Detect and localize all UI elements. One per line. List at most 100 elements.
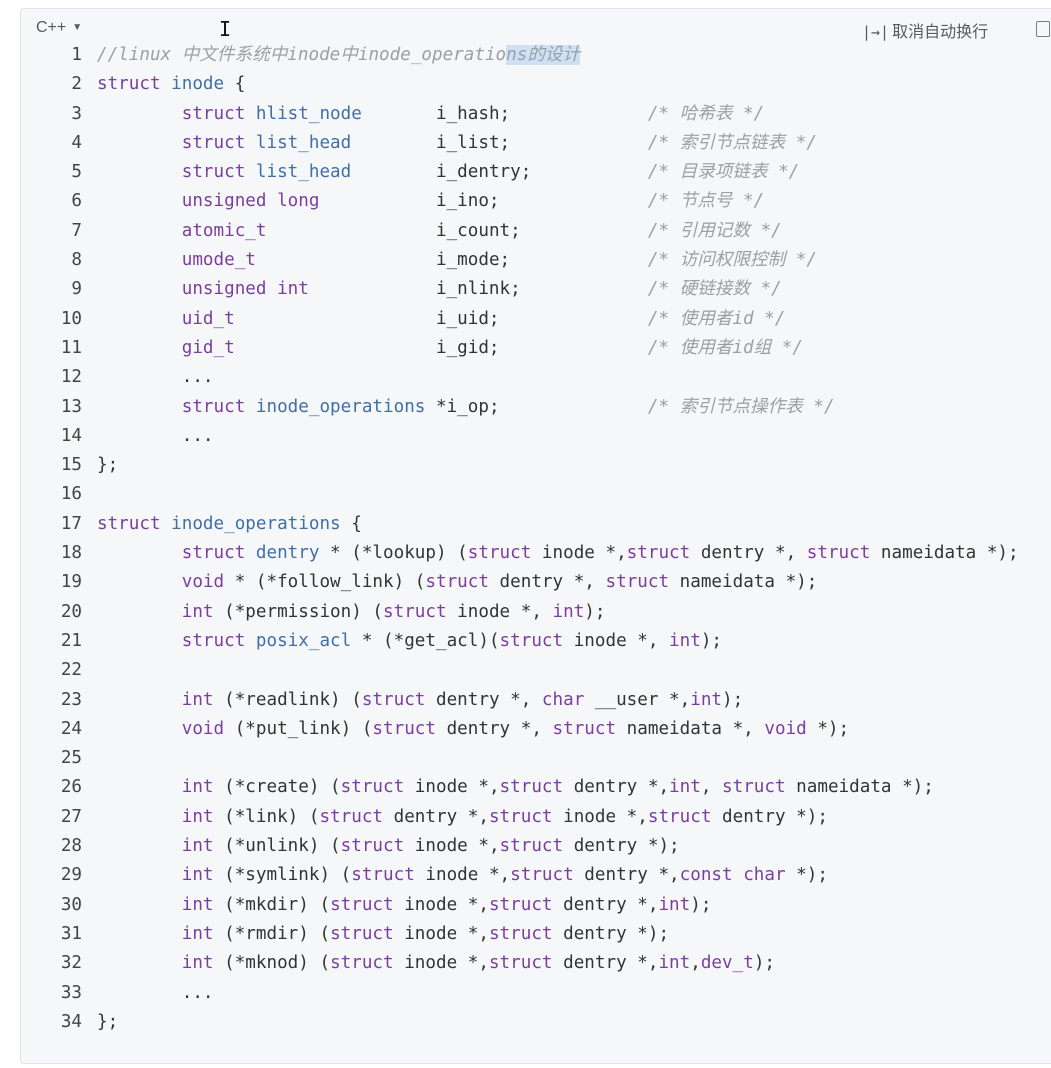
code-token: inode *, xyxy=(552,806,648,827)
code-token: (*link) ( xyxy=(213,806,320,827)
code-token: struct xyxy=(647,806,712,827)
language-selector[interactable]: C++ ▼ xyxy=(36,19,82,37)
line-number: 25 xyxy=(60,748,82,769)
code-token: nameidata *, xyxy=(616,718,765,739)
code-token: ns的设计 xyxy=(506,45,581,65)
line-content: umode_t i_mode; /* 访问权限控制 */ xyxy=(97,246,817,275)
code-line: 14 ... xyxy=(21,422,1051,451)
code-token: /* 访问权限控制 */ xyxy=(647,250,817,271)
code-line: 27 int (*link) (struct dentry *,struct i… xyxy=(21,803,1051,832)
line-content: void * (*follow_link) (struct dentry *, … xyxy=(97,568,818,597)
code-line: 11 gid_t i_gid; /* 使用者id组 */ xyxy=(21,334,1051,363)
code-token: *i_op; xyxy=(425,396,648,417)
code-token: int xyxy=(181,601,214,622)
code-token: inode *, xyxy=(393,894,489,915)
line-number: 21 xyxy=(60,630,82,651)
code-token: struct xyxy=(181,162,246,183)
copy-icon[interactable] xyxy=(1036,21,1050,37)
code-line: 31 int (*rmdir) (struct inode *,struct d… xyxy=(21,920,1051,949)
code-token: struct xyxy=(97,74,161,95)
code-token: struct xyxy=(181,396,246,417)
code-token: struct xyxy=(181,543,246,564)
code-token: dentry *, xyxy=(690,543,807,564)
code-token: inode_operations xyxy=(171,513,341,534)
code-line: 33 ... xyxy=(21,979,1051,1008)
code-token: struct xyxy=(340,836,405,857)
code-token: i_nlink; xyxy=(308,279,648,300)
line-number: 33 xyxy=(60,982,82,1003)
line-content: int (*create) (struct inode *,struct den… xyxy=(97,773,934,802)
line-content: struct hlist_node i_hash; /* 哈希表 */ xyxy=(97,100,764,129)
code-token: uid_t xyxy=(181,308,235,329)
line-content: struct list_head i_list; /* 索引节点链表 */ xyxy=(97,129,817,158)
toggle-wrap-button[interactable]: |→| 取消自动换行 xyxy=(862,18,988,42)
code-token: int xyxy=(669,630,701,651)
line-content: gid_t i_gid; /* 使用者id组 */ xyxy=(97,334,803,363)
code-token: /* 使用者id */ xyxy=(647,308,786,329)
code-token: (*mknod) ( xyxy=(213,953,331,974)
code-token: struct xyxy=(181,103,246,124)
code-block: C++ ▼ |→| 取消自动换行 1 //linux 中文件系统中inode中inod… xyxy=(20,8,1051,1064)
line-content: struct inode_operations { xyxy=(97,510,362,539)
code-token: dentry *, xyxy=(488,572,606,593)
code-token: { xyxy=(224,74,246,95)
code-token: struct xyxy=(626,543,691,564)
line-content: void (*put_link) (struct dentry *, struc… xyxy=(97,715,849,744)
code-token: ); xyxy=(584,601,606,622)
code-token: struct xyxy=(372,718,436,739)
code-line: 3 struct hlist_node i_hash; /* 哈希表 */ xyxy=(21,100,1051,129)
code-token: struct xyxy=(467,543,532,564)
line-number: 18 xyxy=(60,543,82,564)
line-number: 32 xyxy=(60,953,82,974)
line-number: 13 xyxy=(60,396,82,417)
code-token: dentry *, xyxy=(425,689,542,710)
line-content: struct dentry * (*lookup) (struct inode … xyxy=(97,539,1019,568)
code-content[interactable]: 1 //linux 中文件系统中inode中inode_operations的设计… xyxy=(21,41,1051,1037)
code-token: /* 节点号 */ xyxy=(647,191,765,212)
code-token: (*create) ( xyxy=(213,777,341,798)
code-token: /* 使用者id组 */ xyxy=(647,337,803,358)
line-number: 27 xyxy=(60,806,82,827)
code-token: struct xyxy=(383,601,447,622)
code-token: * (*lookup) ( xyxy=(319,543,468,564)
code-line: 30 int (*mkdir) (struct inode *,struct d… xyxy=(21,891,1051,920)
code-token: list_head xyxy=(255,132,352,153)
code-token: dentry *); xyxy=(711,806,828,827)
code-token: i_gid; xyxy=(234,337,648,358)
code-token: gid_t xyxy=(181,337,235,358)
code-token: struct xyxy=(488,806,553,827)
code-token: inode *, xyxy=(393,923,489,944)
code-token: dentry *); xyxy=(552,923,670,944)
line-number: 6 xyxy=(71,191,82,212)
code-token: atomic_t xyxy=(181,220,267,241)
code-line: 24 void (*put_link) (struct dentry *, st… xyxy=(21,715,1051,744)
code-token: }; xyxy=(97,455,119,476)
text-cursor-icon: I xyxy=(219,17,232,41)
code-token: * (*follow_link) ( xyxy=(224,572,426,593)
code-line: 2 struct inode { xyxy=(21,70,1051,99)
code-line: 23 int (*readlink) (struct dentry *, cha… xyxy=(21,686,1051,715)
line-content: unsigned long i_ino; /* 节点号 */ xyxy=(97,187,764,216)
line-content: }; xyxy=(97,451,118,480)
code-token: struct xyxy=(330,923,394,944)
code-token: struct xyxy=(361,689,426,710)
code-line: 32 int (*mknod) (struct inode *,struct d… xyxy=(21,949,1051,978)
code-line: 22 xyxy=(21,656,1051,685)
code-token: i_ino; xyxy=(319,191,648,212)
code-token: /* 目录项链表 */ xyxy=(647,162,800,183)
code-token: struct xyxy=(340,777,405,798)
toggle-wrap-label: 取消自动换行 xyxy=(892,22,989,41)
code-token: struct xyxy=(499,836,564,857)
line-number: 26 xyxy=(60,777,82,798)
code-token: i_dentry; xyxy=(351,162,648,183)
line-number: 11 xyxy=(60,337,82,358)
